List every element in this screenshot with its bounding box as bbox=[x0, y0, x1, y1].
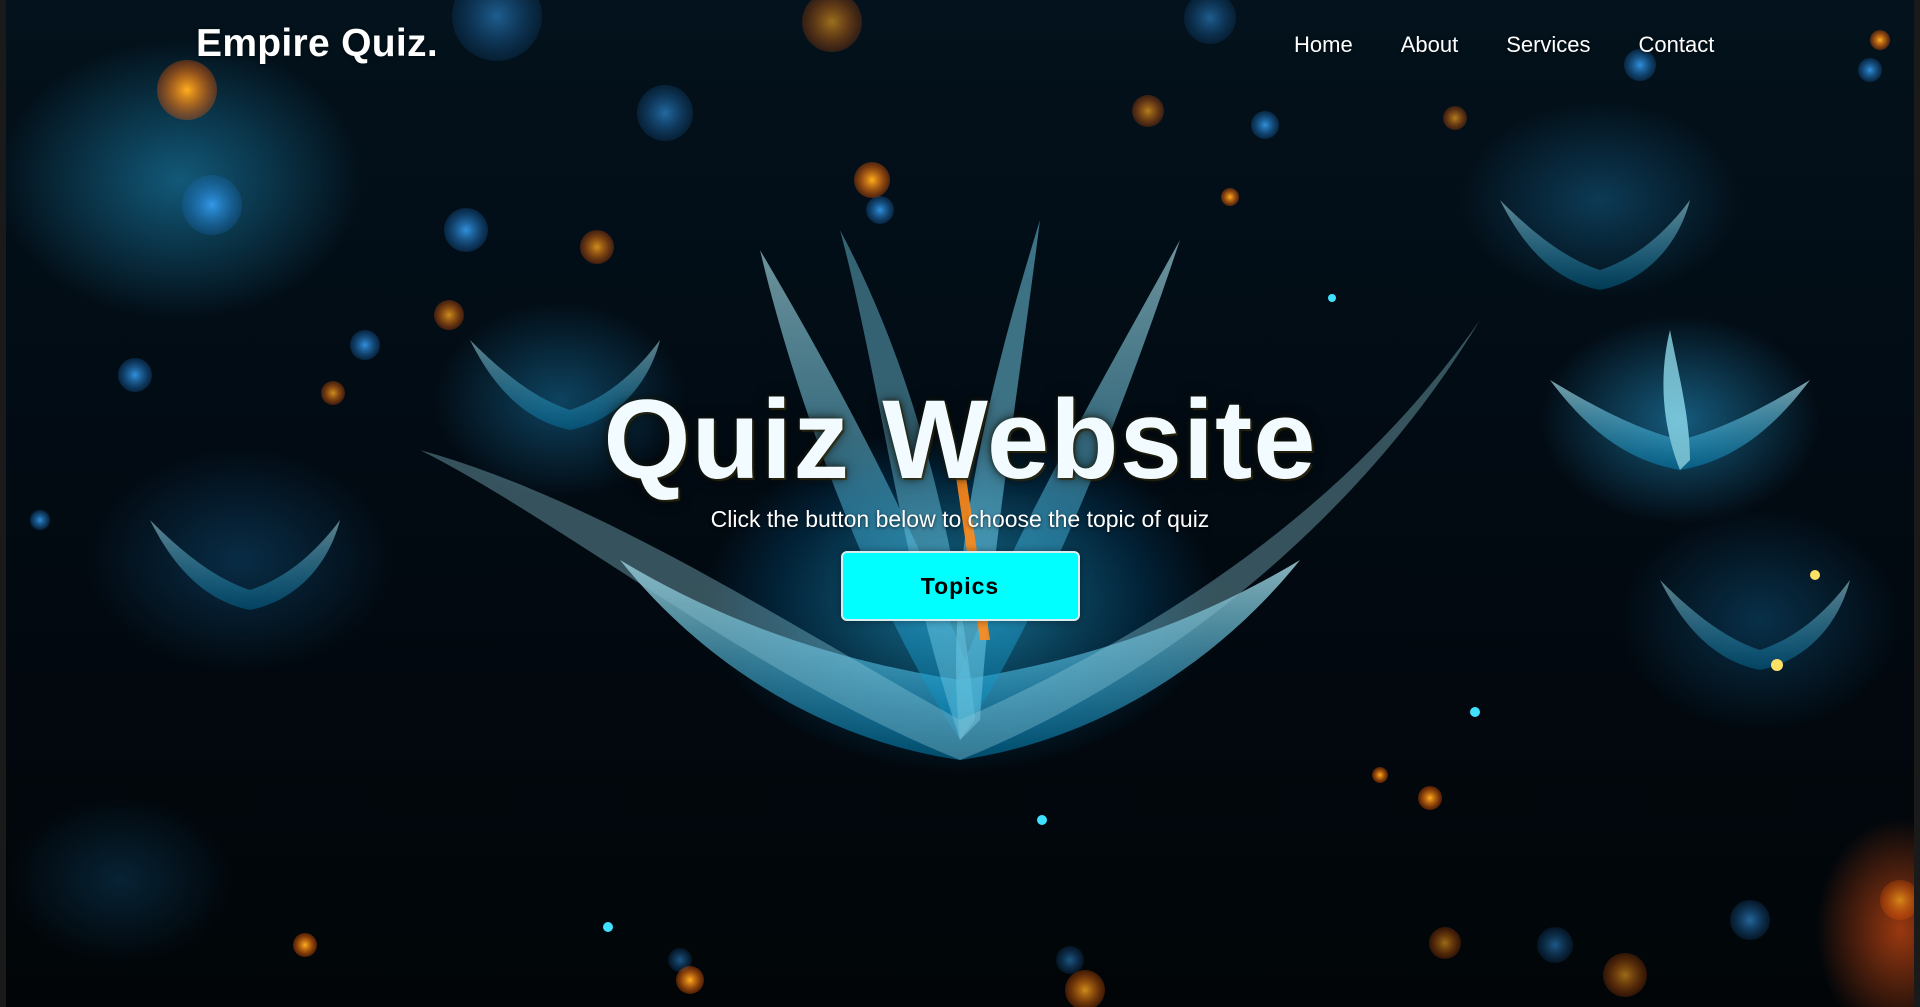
nav-link-contact[interactable]: Contact bbox=[1639, 32, 1715, 58]
hero-subtitle: Click the button below to choose the top… bbox=[710, 506, 1210, 532]
nav-link-services[interactable]: Services bbox=[1506, 32, 1590, 58]
navbar: Empire Quiz. Home About Services Contact bbox=[0, 0, 1920, 90]
hero-section: Quiz Website Click the button below to c… bbox=[0, 380, 1920, 621]
hero-title: Quiz Website bbox=[603, 377, 1317, 502]
brand-logo[interactable]: Empire Quiz. bbox=[196, 22, 438, 66]
nav-link-about[interactable]: About bbox=[1401, 32, 1459, 58]
landing-page: Empire Quiz. Home About Services Contact… bbox=[0, 0, 1920, 1007]
nav-links: Home About Services Contact bbox=[1294, 32, 1714, 58]
nav-link-home[interactable]: Home bbox=[1294, 32, 1353, 58]
topics-button[interactable]: Topics bbox=[840, 551, 1080, 621]
